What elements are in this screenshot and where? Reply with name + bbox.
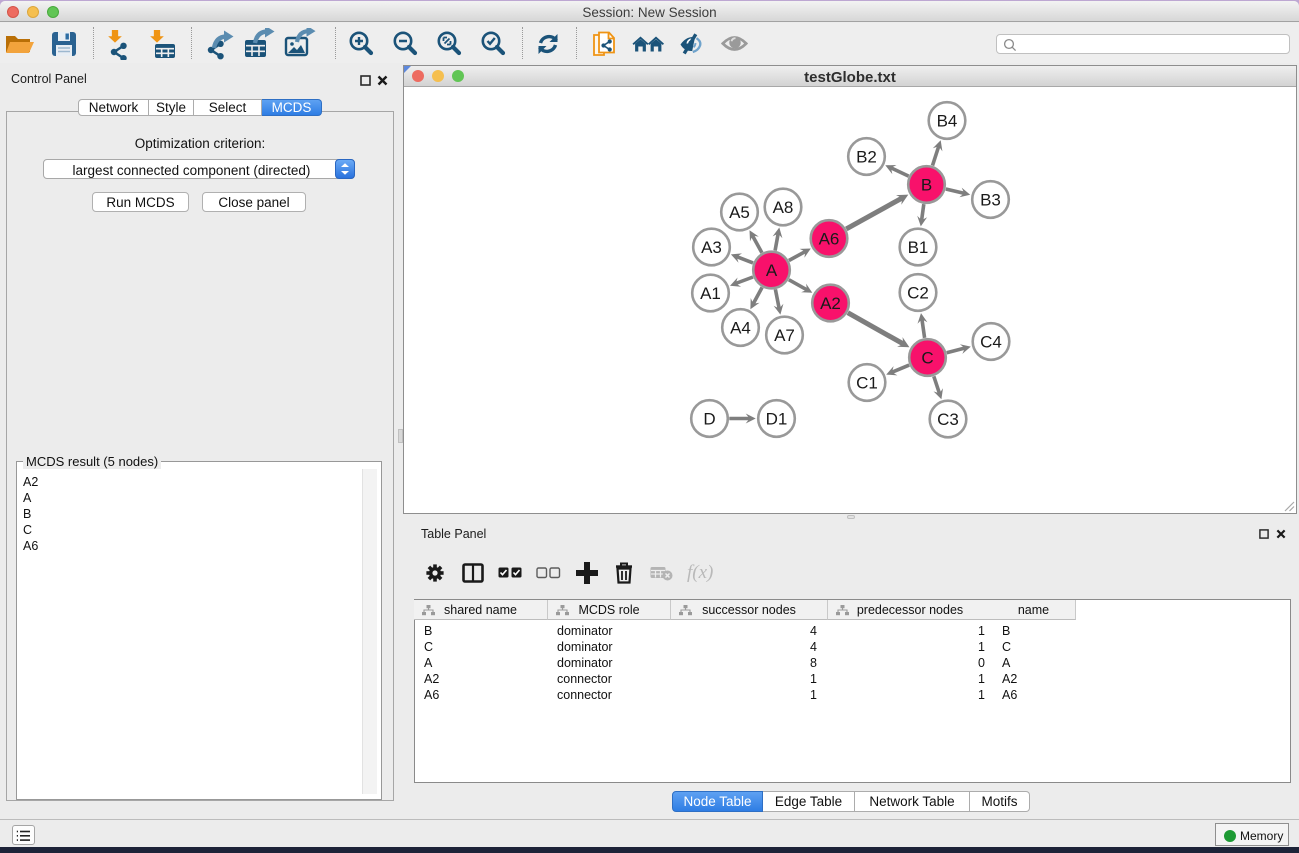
svg-text:B2: B2	[856, 147, 877, 166]
svg-text:A5: A5	[729, 203, 750, 222]
svg-text:C3: C3	[937, 410, 959, 429]
svg-text:B4: B4	[937, 111, 958, 130]
svg-text:C2: C2	[907, 283, 929, 302]
svg-text:C1: C1	[856, 373, 878, 392]
svg-text:A6: A6	[819, 229, 840, 248]
svg-text:A1: A1	[700, 284, 721, 303]
svg-text:A: A	[766, 261, 778, 280]
svg-text:B3: B3	[980, 190, 1001, 209]
svg-text:A8: A8	[773, 198, 794, 217]
svg-text:C4: C4	[980, 332, 1002, 351]
svg-text:A4: A4	[730, 318, 751, 337]
svg-text:A3: A3	[701, 238, 722, 257]
svg-text:C: C	[921, 348, 933, 367]
svg-text:f(x): f(x)	[687, 562, 713, 583]
svg-text:D: D	[703, 409, 715, 428]
svg-text:D1: D1	[766, 409, 788, 428]
svg-text:A2: A2	[820, 294, 841, 313]
svg-text:A7: A7	[774, 326, 795, 345]
svg-text:B: B	[921, 175, 932, 194]
svg-text:B1: B1	[908, 238, 929, 257]
